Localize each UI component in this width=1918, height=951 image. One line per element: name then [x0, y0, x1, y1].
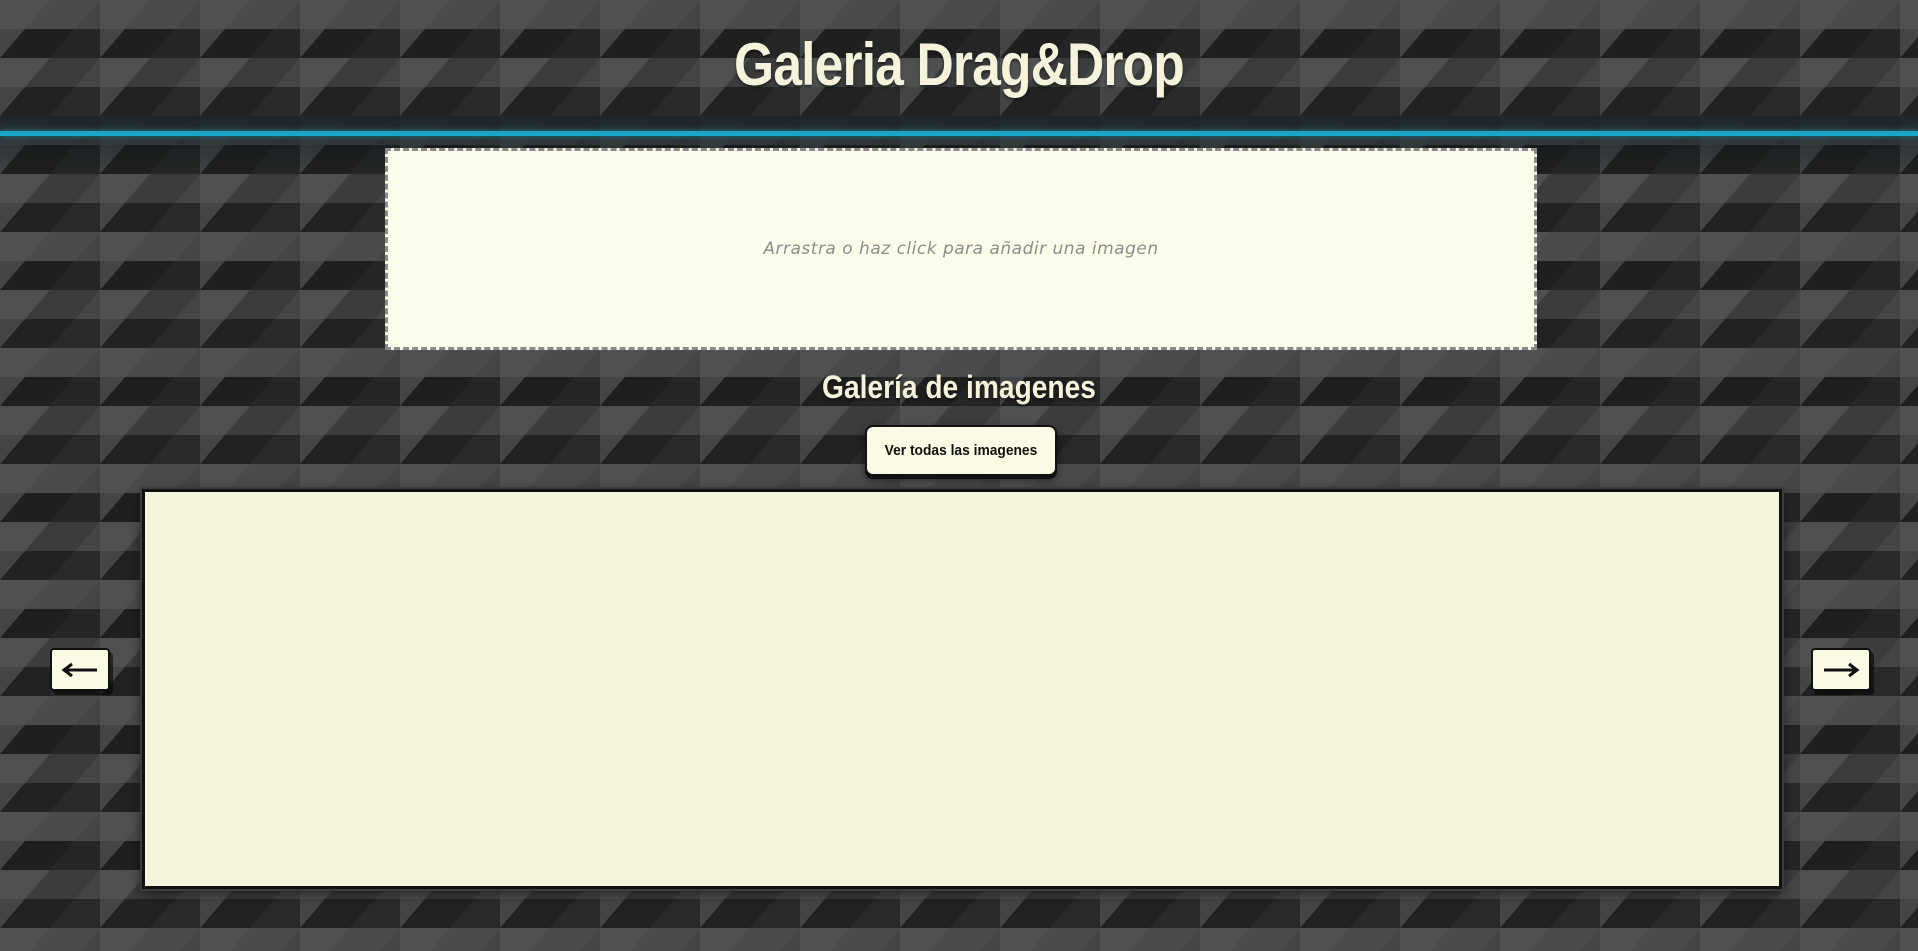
arrow-left-icon: [61, 662, 97, 677]
gallery-title: Galería de imagenes: [822, 369, 1096, 405]
page-title: Galeria Drag&Drop: [734, 31, 1185, 98]
dropzone-hint: Arrastra o haz click para añadir una ima…: [763, 239, 1159, 259]
next-image-button[interactable]: [1811, 648, 1871, 691]
view-all-images-label: Ver todas las imagenes: [884, 442, 1038, 459]
view-all-images-button[interactable]: Ver todas las imagenes: [865, 425, 1057, 476]
arrow-right-icon: [1824, 662, 1860, 677]
header-accent-line: [0, 131, 1918, 136]
image-dropzone[interactable]: Arrastra o haz click para añadir una ima…: [385, 148, 1537, 350]
previous-image-button[interactable]: [50, 648, 110, 691]
gallery-carousel: [142, 489, 1782, 889]
